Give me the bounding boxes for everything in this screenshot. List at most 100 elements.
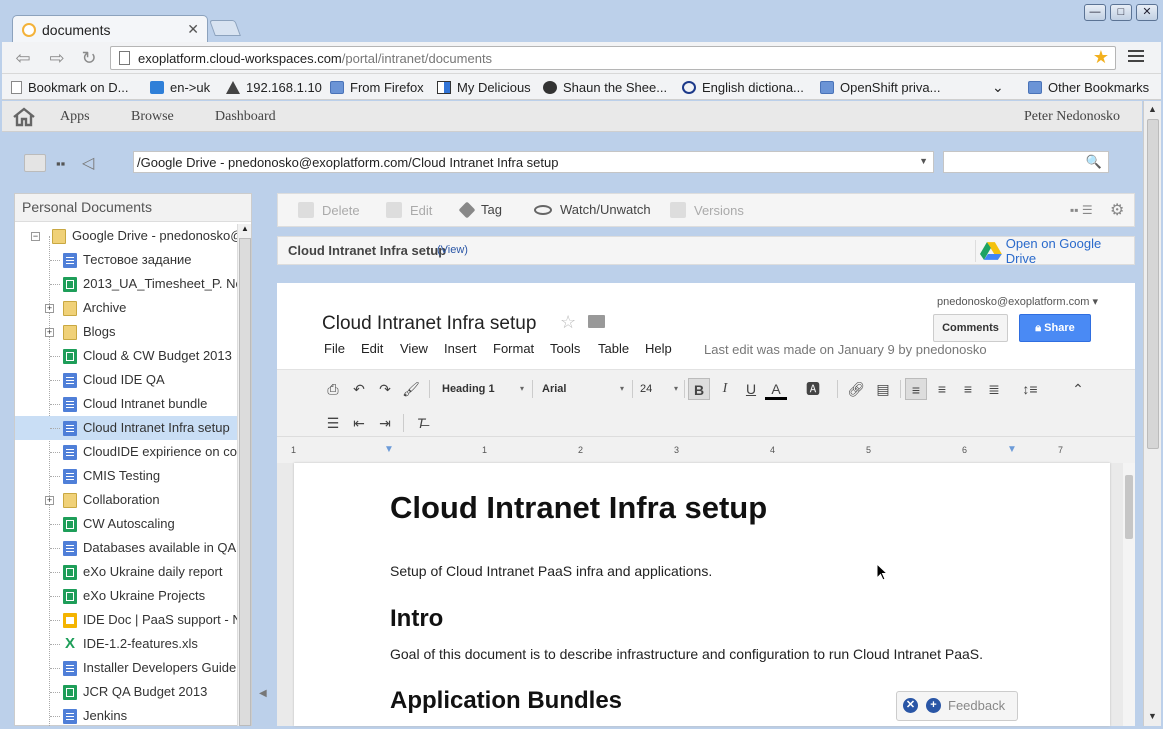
grid-view-icon[interactable]: ▪▪ ☰ [1070, 203, 1093, 217]
menu-file[interactable]: File [324, 341, 345, 356]
collapse-toolbar-icon[interactable]: ⌃ [1067, 378, 1089, 400]
versions-button[interactable]: Versions [670, 202, 744, 218]
tree-item[interactable]: + Archive [15, 296, 237, 320]
line-spacing-icon[interactable]: ↕≡ [1019, 378, 1041, 400]
highlight-color-button[interactable]: 🅰︎ [802, 378, 824, 400]
share-button[interactable]: 🔒︎ Share [1019, 314, 1091, 342]
tree-item[interactable]: Cloud Intranet bundle [15, 392, 237, 416]
align-right-button[interactable]: ≡ [957, 378, 979, 400]
heading-1[interactable]: Cloud Intranet Infra setup [390, 490, 767, 526]
nav-dashboard[interactable]: Dashboard [215, 109, 276, 125]
star-icon[interactable]: ☆ [560, 312, 576, 333]
back-arrow-icon[interactable]: ◁ [82, 153, 94, 173]
bold-button[interactable]: B [688, 378, 710, 400]
bookmark-item[interactable]: OpenShift priva... [820, 79, 940, 95]
tree-item[interactable]: Cloud IDE QA [15, 368, 237, 392]
bookmark-item[interactable]: English dictiona... [682, 79, 804, 95]
right-margin-marker-icon[interactable]: ▼ [1007, 444, 1017, 455]
document-page[interactable]: Cloud Intranet Infra setup Setup of Clou… [294, 463, 1110, 726]
gdoc-title[interactable]: Cloud Intranet Infra setup [322, 313, 536, 335]
close-tab-icon[interactable]: ✕ [187, 21, 199, 38]
tab-documents[interactable]: documents ✕ [12, 15, 208, 43]
last-edit-status[interactable]: Last edit was made on January 9 by pnedo… [704, 342, 987, 357]
feedback-widget[interactable]: ✕ + Feedback [896, 691, 1018, 721]
heading-2[interactable]: Application Bundles [390, 687, 622, 715]
chevron-down-icon[interactable]: ⌄ [992, 79, 1004, 95]
folder-icon[interactable] [588, 315, 605, 328]
collapse-panel-icon[interactable]: ◀ [259, 688, 267, 699]
nav-browse[interactable]: Browse [131, 109, 174, 125]
path-select[interactable]: /Google Drive - pnedonosko@exoplatform.c… [133, 151, 934, 173]
paragraph[interactable]: Goal of this document is to describe inf… [390, 646, 983, 662]
forward-icon[interactable]: ⇨ [46, 48, 68, 68]
tree-item[interactable]: Jenkins [15, 704, 237, 726]
tree-item[interactable]: IDE Doc | PaaS support - No [15, 608, 237, 632]
tree-item[interactable]: + Blogs [15, 320, 237, 344]
menu-insert[interactable]: Insert [444, 341, 477, 356]
view-link[interactable]: (View) [437, 244, 468, 256]
plus-icon[interactable]: + [926, 698, 941, 713]
paragraph[interactable]: Setup of Cloud Intranet PaaS infra and a… [390, 563, 712, 579]
tree-item[interactable]: + Collaboration [15, 488, 237, 512]
tree-item[interactable]: CW Autoscaling [15, 512, 237, 536]
bookmark-item[interactable]: en->uk [150, 79, 210, 95]
style-select[interactable]: Heading 1 ▾ [442, 378, 524, 400]
grid-view-icon[interactable]: ▪▪ [56, 156, 65, 171]
tree-item[interactable]: − Google Drive - pnedonosko@e [15, 224, 237, 248]
paint-format-icon[interactable]: 🖌︎ [400, 378, 422, 400]
align-center-button[interactable]: ≡ [931, 378, 953, 400]
account-menu[interactable]: pnedonosko@exoplatform.com ▾ [937, 295, 1098, 308]
page-scrollbar[interactable]: ▲ ▼ [1143, 101, 1161, 726]
edit-button[interactable]: Edit [386, 202, 432, 218]
minimize-button[interactable]: — [1084, 4, 1106, 21]
other-bookmarks[interactable]: Other Bookmarks [1028, 79, 1149, 95]
italic-button[interactable]: I [714, 378, 736, 400]
tag-button[interactable]: Tag [458, 201, 502, 218]
justify-button[interactable]: ≣ [983, 378, 1005, 400]
text-color-button[interactable]: A [765, 378, 787, 400]
nav-apps[interactable]: Apps [60, 109, 90, 125]
tree-item[interactable]: JCR QA Budget 2013 [15, 680, 237, 704]
menu-table[interactable]: Table [598, 341, 629, 356]
tree-item[interactable]: 2013_UA_Timesheet_P. Ne [15, 272, 237, 296]
search-icon[interactable]: 🔍 [1086, 154, 1102, 170]
menu-format[interactable]: Format [493, 341, 534, 356]
bookmark-item[interactable]: My Delicious [437, 79, 531, 95]
link-icon[interactable]: 🔗︎ [845, 378, 867, 400]
maximize-button[interactable]: □ [1110, 4, 1132, 21]
doc-scrollbar[interactable] [1123, 463, 1135, 726]
increase-indent-icon[interactable]: ⇥ [374, 412, 396, 434]
indent-marker-icon[interactable]: ▼ [384, 444, 394, 455]
heading-2[interactable]: Intro [390, 605, 443, 633]
open-google-drive-link[interactable]: Open on Google Drive [975, 236, 1134, 266]
tree-item[interactable]: X IDE-1.2-features.xls [15, 632, 237, 656]
tree-item[interactable]: Installer Developers Guide [15, 656, 237, 680]
comment-icon[interactable]: ▤ [872, 378, 894, 400]
menu-tools[interactable]: Tools [550, 341, 580, 356]
bookmark-item[interactable]: 192.168.1.10 [226, 79, 322, 95]
tree-item[interactable]: Cloud & CW Budget 2013 [15, 344, 237, 368]
clear-formatting-icon[interactable]: T̶ [410, 412, 432, 434]
address-bar[interactable]: exoplatform.cloud-workspaces.com/portal/… [110, 46, 1116, 70]
list-view-button[interactable] [24, 154, 46, 172]
font-size-select[interactable]: 24 ▾ [640, 378, 678, 400]
chrome-menu-icon[interactable] [1128, 50, 1144, 64]
menu-help[interactable]: Help [645, 341, 672, 356]
ruler[interactable]: 1 ▼ 1 2 3 4 5 6 ▼ 7 [277, 437, 1135, 463]
tree-item[interactable]: CMIS Testing [15, 464, 237, 488]
new-tab-button[interactable] [209, 20, 241, 36]
comments-button[interactable]: Comments [933, 314, 1008, 342]
delete-button[interactable]: Delete [298, 202, 360, 218]
align-left-button[interactable]: ≡ [905, 378, 927, 400]
expand-icon[interactable]: + [45, 304, 54, 313]
tree-item[interactable]: Cloud Intranet Infra setup [15, 416, 237, 440]
home-icon[interactable] [12, 107, 36, 127]
bookmark-star-icon[interactable]: ★ [1093, 47, 1109, 68]
watch-button[interactable]: Watch/Unwatch [534, 202, 651, 217]
font-select[interactable]: Arial ▾ [542, 378, 624, 400]
menu-view[interactable]: View [400, 341, 428, 356]
back-icon[interactable]: ⇦ [12, 48, 34, 68]
expand-icon[interactable]: + [45, 328, 54, 337]
tree-item[interactable]: eXo Ukraine daily report [15, 560, 237, 584]
close-window-button[interactable]: ✕ [1136, 4, 1158, 21]
